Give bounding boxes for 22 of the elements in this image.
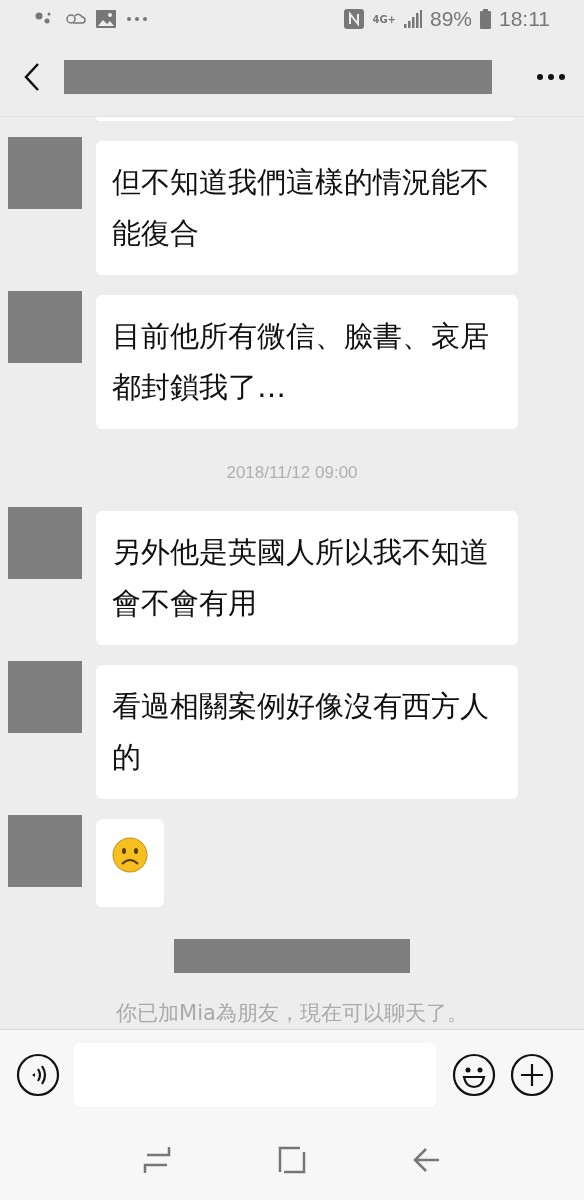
recent-apps-icon[interactable]	[143, 1145, 172, 1175]
image-icon	[96, 10, 116, 28]
voice-icon[interactable]	[16, 1053, 60, 1097]
message-bubble: 目前他所有微信、臉書、哀居都封鎖我了…	[96, 295, 518, 429]
clock: 18:11	[499, 7, 550, 31]
message-bubble: 看過相關案例好像沒有西方人的	[96, 665, 518, 799]
plus-icon[interactable]	[510, 1053, 554, 1097]
nfc-icon	[344, 9, 365, 29]
signal-icon	[403, 10, 422, 28]
more-icon[interactable]	[536, 73, 566, 81]
back-icon[interactable]	[24, 63, 40, 91]
message-bubble: 另外他是英國人所以我不知道會不會有用	[96, 511, 518, 645]
home-icon[interactable]	[278, 1146, 306, 1174]
smiley-icon[interactable]	[452, 1053, 496, 1097]
message-bubble: 但不知道我們這樣的情況能不能復合	[96, 141, 518, 275]
more-icon	[126, 16, 148, 22]
network-type: 4G+	[372, 13, 396, 25]
battery-percent: 89%	[429, 7, 472, 31]
system-message: 你已加Mia為朋友，現在可以聊天了。	[115, 1000, 469, 1027]
frowning-face-icon	[112, 837, 148, 873]
timestamp: 2018/11/12 09:00	[225, 463, 359, 483]
battery-icon	[480, 9, 491, 29]
